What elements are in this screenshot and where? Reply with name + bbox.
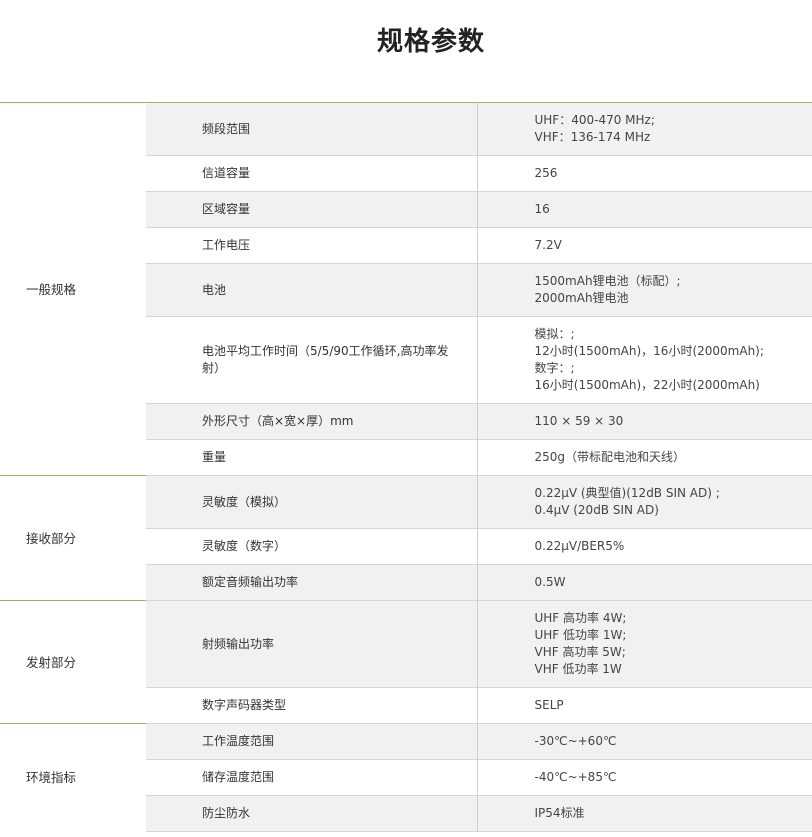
spec-label: 灵敏度（模拟） [146,475,478,529]
spec-label: 射频输出功率 [146,600,478,688]
spec-value-line: 0.22μV (典型值)(12dB SIN AD) ; [534,486,720,500]
spec-value: -40℃~+85℃ [477,759,812,796]
spec-value: 16 [477,191,812,228]
spec-value-line: SELP [534,698,564,712]
spec-value-line: VHF 低功率 1W [534,662,622,676]
spec-label: 重量 [146,439,478,476]
group-name: 发射部分 [0,600,146,724]
spec-table-body: 一般规格 频段范围 UHF：400-470 MHz; VHF：136-174 MHz 信… [0,102,812,832]
spec-value: 256 [477,155,812,192]
spec-value-line: 1500mAh锂电池（标配）; [534,274,681,288]
spec-value-line: 0.5W [534,575,566,589]
group-name: 环境指标 [0,723,146,832]
spec-value: 0.22μV/BER5% [477,528,812,565]
spec-table: 一般规格 频段范围 UHF：400-470 MHz; VHF：136-174 MHz 信… [0,102,812,832]
spec-value: -30℃~+60℃ [477,723,812,760]
spec-value-line: VHF 高功率 5W; [534,645,626,659]
spec-value-line: 数字：; [534,361,575,375]
spec-label: 频段范围 [146,102,478,156]
spec-label: 防尘防水 [146,795,478,832]
spec-value-line: 16小时(1500mAh)，22小时(2000mAh) [534,378,760,392]
spec-label: 电池 [146,263,478,317]
spec-label: 灵敏度（数字） [146,528,478,565]
spec-value: 7.2V [477,227,812,264]
spec-label: 数字声码器类型 [146,687,478,724]
spec-value: 模拟：; 12小时(1500mAh)，16小时(2000mAh); 数字：; 16小时… [477,316,812,404]
spec-label: 工作电压 [146,227,478,264]
spec-label: 区域容量 [146,191,478,228]
spec-value: 0.22μV (典型值)(12dB SIN AD) ; 0.4μV (20dB S… [477,475,812,529]
spec-value: SELP [477,687,812,724]
spec-label: 外形尺寸（高×宽×厚）mm [146,403,478,440]
spec-row: 接收部分 灵敏度（模拟） 0.22μV (典型值)(12dB SIN AD) ; 0.… [0,475,812,601]
spec-value-line: 12小时(1500mAh)，16小时(2000mAh); [534,344,764,358]
spec-value-line: UHF 高功率 4W; [534,611,627,625]
spec-label: 电池平均工作时间（5/5/90工作循环,高功率发射） [146,316,478,404]
spec-value-line: 2000mAh锂电池 [534,291,629,305]
spec-label: 工作温度范围 [146,723,478,760]
spec-label: 额定音频输出功率 [146,564,478,601]
group-name: 一般规格 [0,102,146,476]
spec-value: UHF 高功率 4W; UHF 低功率 1W; VHF 高功率 5W; VHF 低功率… [477,600,812,688]
spec-value: 0.5W [477,564,812,601]
spec-label: 储存温度范围 [146,759,478,796]
spec-value-line: -30℃~+60℃ [534,734,617,748]
spec-value-line: IP54标准 [534,806,585,820]
spec-value: 250g（带标配电池和天线） [477,439,812,476]
spec-value-line: 110 × 59 × 30 [534,414,624,428]
spec-value-line: 16 [534,202,550,216]
spec-value: IP54标准 [477,795,812,832]
spec-value: 110 × 59 × 30 [477,403,812,440]
spec-value-line: 250g（带标配电池和天线） [534,450,686,464]
spec-value-line: 0.22μV/BER5% [534,539,625,553]
spec-value-line: 模拟：; [534,327,575,341]
spec-value-line: VHF：136-174 MHz [534,130,651,144]
spec-row: 一般规格 频段范围 UHF：400-470 MHz; VHF：136-174 MHz [0,102,812,476]
spec-row: 环境指标 工作温度范围 -30℃~+60℃ [0,723,812,832]
spec-row: 发射部分 射频输出功率 UHF 高功率 4W; UHF 低功率 1W; VHF 高功率 … [0,600,812,724]
spec-value: 1500mAh锂电池（标配）; 2000mAh锂电池 [477,263,812,317]
spec-value-line: 256 [534,166,558,180]
spec-value-line: 0.4μV (20dB SIN AD) [534,503,659,517]
spec-label: 信道容量 [146,155,478,192]
group-name: 接收部分 [0,475,146,601]
spec-value-line: UHF：400-470 MHz; [534,113,655,127]
page-title: 规格参数 [376,27,485,58]
spec-value-line: -40℃~+85℃ [534,770,617,784]
spec-value-line: 7.2V [534,238,562,252]
spec-value-line: UHF 低功率 1W; [534,628,627,642]
spec-value: UHF：400-470 MHz; VHF：136-174 MHz [477,102,812,156]
